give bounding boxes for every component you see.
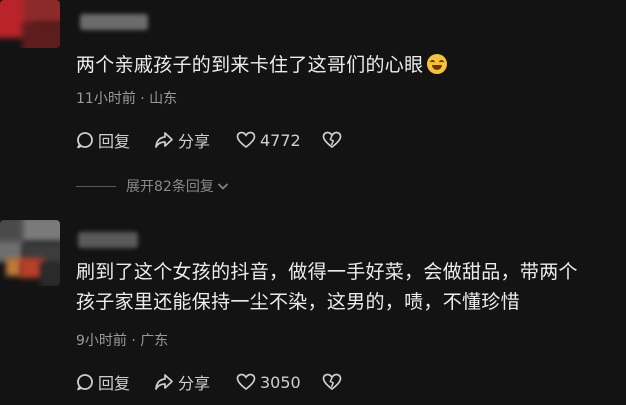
heart-icon [236,131,256,149]
reply-icon [77,374,93,391]
expand-replies[interactable]: 展开82条回复 [76,176,230,196]
heart-icon [236,373,256,391]
comment-meta: 9小时前 · 广东 [76,333,169,349]
broken-heart-icon [322,131,342,149]
comment-meta: 11小时前 · 山东 [76,91,178,107]
username-blurred[interactable] [80,14,148,30]
like-button[interactable]: 3050 [236,373,322,392]
reply-button[interactable]: 回复 [76,370,154,394]
share-label: 分享 [178,132,211,151]
like-button[interactable]: 4772 [236,131,322,150]
share-icon [155,374,173,390]
reply-button[interactable]: 回复 [76,128,154,152]
share-button[interactable]: 分享 [154,370,236,394]
divider-line [76,185,116,187]
share-icon [155,132,173,148]
laughing-crying-emoji-icon [427,54,448,74]
comment-item: 刷到了这个女孩的抖音，做得一手好菜，会做甜品，带两个 孩子家里还能保持一尘不染，… [0,212,626,405]
avatar[interactable] [0,0,60,48]
share-button[interactable]: 分享 [154,128,236,152]
comment-actions: 回复 分享 4772 [76,128,342,152]
like-count: 3050 [260,372,301,392]
share-label: 分享 [178,374,211,393]
comment-text: 两个亲戚孩子的到来卡住了这哥们的心眼 [76,50,620,80]
expand-replies-label: 展开82条回复 [126,179,214,195]
avatar[interactable] [0,220,60,286]
comment-actions: 回复 分享 3050 [76,370,342,394]
reply-label: 回复 [98,374,131,393]
comment-text: 刷到了这个女孩的抖音，做得一手好菜，会做甜品，带两个 孩子家里还能保持一尘不染，… [76,261,578,313]
chevron-down-icon [217,183,228,190]
broken-heart-icon [322,373,342,391]
like-count: 4772 [260,130,301,150]
dislike-button[interactable] [322,373,342,391]
reply-label: 回复 [98,132,131,151]
comment-item: 两个亲戚孩子的到来卡住了这哥们的心眼 11小时前 · 山东 回复 分享 4772 [0,0,626,205]
reply-icon [77,132,93,149]
dislike-button[interactable] [322,131,342,149]
username-blurred[interactable] [78,232,138,248]
